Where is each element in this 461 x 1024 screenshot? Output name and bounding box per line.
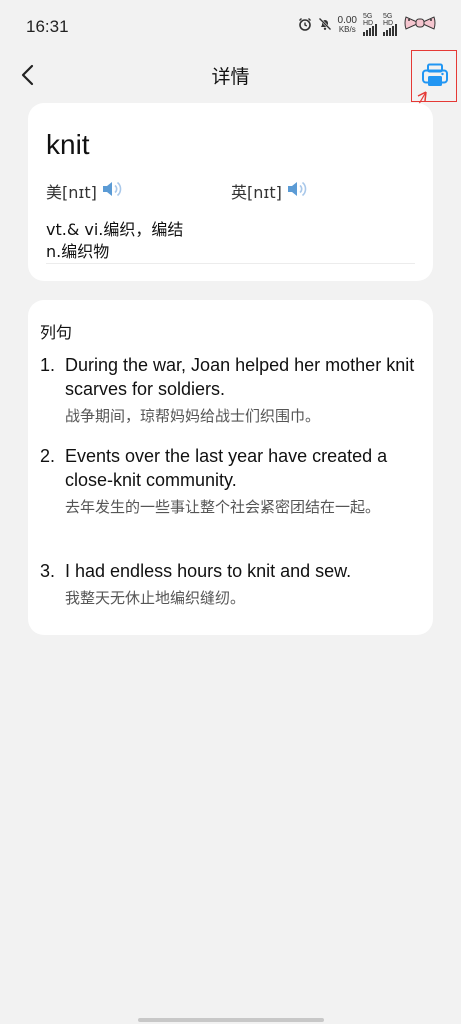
example-chinese: 战争期间，琼帮妈妈给战士们织围巾。 [65, 407, 321, 425]
example-chinese: 我整天无休止地编织缝纫。 [65, 589, 246, 607]
word-card: knit 美[nɪt] 英[nɪt] vt.& vi.编织，编结 n.编织物 [28, 103, 433, 281]
us-pronunciation: 美[nɪt] [46, 179, 123, 203]
definition-item: vt.& vi.编织，编结 [46, 220, 184, 239]
sim1-label: 5G HD [363, 12, 374, 27]
page-title: 详情 [211, 66, 250, 88]
uk-speaker-icon[interactable] [286, 179, 308, 203]
example-chinese: 去年发生的一些事让整个社会紧密团结在一起。 [65, 498, 381, 516]
status-bar: 16:31 0.00 KB/s 5G HD 5G HD [0, 0, 461, 52]
us-phonetic: 美[nɪt] [46, 183, 97, 202]
examples-card: 列句 1. During the war, Joan helped her mo… [28, 300, 433, 635]
mute-bell-icon [318, 16, 332, 35]
signal-sim2-icon: 5G HD [383, 12, 397, 36]
example-english: During the war, Joan helped her mother k… [65, 355, 415, 399]
definitions: vt.& vi.编织，编结 n.编织物 [46, 219, 183, 263]
us-speaker-icon[interactable] [101, 179, 123, 203]
example-number: 2. [40, 446, 56, 466]
example-number: 3. [40, 561, 56, 581]
status-icons: 0.00 KB/s 5G HD 5G HD [298, 12, 437, 36]
net-speed: 0.00 KB/s [338, 16, 357, 34]
status-time: 16:31 [26, 17, 69, 36]
example-item: 3. I had endless hours to knit and sew. … [40, 559, 421, 610]
example-english: I had endless hours to knit and sew. [65, 561, 352, 581]
headword: knit [46, 129, 90, 160]
signal-sim1-icon: 5G HD [363, 12, 377, 36]
definition-item: n.编织物 [46, 242, 110, 261]
uk-phonetic: 英[nɪt] [231, 183, 282, 202]
example-number: 1. [40, 355, 56, 375]
examples-title: 列句 [40, 323, 73, 342]
alarm-icon [298, 16, 312, 35]
home-indicator[interactable] [138, 1018, 324, 1022]
uk-pronunciation: 英[nɪt] [231, 179, 308, 203]
net-speed-unit: KB/s [338, 25, 356, 34]
battery-bow-icon [403, 14, 437, 36]
example-item: 1. During the war, Joan helped her mothe… [40, 353, 421, 428]
divider [46, 263, 415, 264]
example-item: 2. Events over the last year have create… [40, 444, 421, 519]
sim2-label: 5G HD [383, 12, 394, 27]
example-english: Events over the last year have created a… [65, 446, 388, 490]
